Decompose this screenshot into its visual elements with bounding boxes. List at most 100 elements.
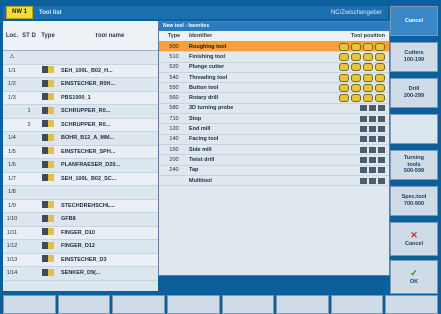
table-row[interactable]: 1/2 EINSTECHER_R0H... — [3, 78, 158, 92]
table-row[interactable]: 1/5 EINSTECHER_SPH... — [3, 145, 158, 159]
table-row[interactable]: 1/10 GFB8 — [3, 213, 158, 227]
hsoftkey-8[interactable] — [385, 295, 438, 314]
table-row[interactable]: 1/4 BOHR_B12_A_MM... — [3, 132, 158, 146]
tool-position-icons — [279, 83, 389, 92]
tool-glyph-icon — [378, 146, 385, 153]
dialog-title: New tool - favorites — [159, 22, 389, 31]
drill-softkey[interactable]: Drill 200-299 — [390, 78, 438, 108]
tool-type-icon — [37, 214, 59, 224]
tool-glyph-icon — [360, 167, 367, 174]
table-row[interactable]: 1/1 SEH_100L_B02_H... — [3, 64, 158, 78]
tool-type-row[interactable]: 520 Plunge cutter — [159, 63, 389, 73]
hsoftkey-3[interactable] — [112, 295, 165, 314]
row-loc: 1/5 — [8, 148, 16, 155]
table-row[interactable]: 1/12 FINGER_D12 — [3, 240, 158, 254]
tool-identifier: Stop — [189, 115, 202, 122]
tool-glyph-icon — [369, 115, 376, 122]
insert-icon — [363, 42, 373, 51]
row-loc: 1/2 — [8, 81, 16, 88]
tool-type-row[interactable]: Multitool — [159, 176, 389, 187]
drill-icon — [42, 147, 54, 155]
table-row[interactable]: 1/7 SEH_100L_B02_SC... — [3, 172, 158, 186]
table-row[interactable]: 1/14 SENKER_D9(... — [3, 267, 158, 281]
insert-icon — [375, 83, 385, 92]
insert-icon — [375, 42, 385, 51]
tool-position-icons — [279, 52, 389, 61]
insert-icon — [363, 94, 373, 103]
tool-type-row[interactable]: 710 Stop — [159, 114, 389, 125]
row-loc: 1/8 — [8, 189, 16, 196]
table-row[interactable]: 1/13 EINSTECHER_D3 — [3, 253, 158, 267]
tool-position-icons — [279, 94, 389, 103]
tool-type-row[interactable]: 580 3D turning probe — [159, 104, 389, 115]
insert-icon — [363, 73, 373, 82]
tool-glyph-icon — [369, 136, 376, 143]
tool-type-row[interactable]: 240 Tap — [159, 166, 389, 176]
tool-type-row[interactable]: 200 Twist drill — [159, 155, 389, 166]
row-loc: 1/4 — [8, 135, 16, 142]
table-row[interactable]: 1/3 PBS1000_1 — [3, 91, 158, 105]
special-tools-softkey[interactable]: Spec.tool 700-900 — [390, 186, 438, 216]
tool-identifier: Button tool — [189, 84, 219, 91]
tool-type-code: 550 — [169, 84, 179, 91]
turning-tools-softkey[interactable]: Turning tools 500-599 — [390, 150, 438, 180]
tool-type-code: 140 — [169, 136, 179, 143]
tool-glyph-icon — [360, 146, 367, 153]
table-row[interactable]: 1/9 STECHDREHSCHL... — [3, 199, 158, 213]
empty-softkey-1[interactable] — [390, 114, 438, 144]
table-row[interactable]: 1 SCHRUPPER_R0... — [3, 105, 158, 119]
insert-icon — [339, 42, 349, 51]
tool-type-row[interactable]: 540 Threading tool — [159, 73, 389, 84]
tool-type-icon — [37, 120, 59, 129]
tool-glyph-icon — [360, 105, 367, 112]
tool-position-icons — [279, 63, 389, 72]
tool-type-row[interactable]: 500 Roughing tool — [159, 42, 389, 53]
table-row[interactable]: 1/11 FINGER_D10 — [3, 226, 158, 240]
tool-identifier: Multitool — [189, 177, 212, 184]
table-row[interactable]: 1/6 PLANFRAESER_D20... — [3, 159, 158, 173]
tool-type-row[interactable]: 510 Finishing tool — [159, 52, 389, 63]
hsoftkey-6[interactable] — [276, 295, 329, 314]
insert-icon — [351, 73, 361, 82]
tool-type-icon — [37, 174, 59, 183]
sinumerik-screen: NW 1 Tool list NC/Zwischengeber Loc. ST … — [0, 0, 441, 314]
hsoftkey-5[interactable] — [221, 295, 275, 314]
hsoftkey-4[interactable] — [166, 295, 220, 314]
tool-type-row[interactable]: 560 Rotary drill — [159, 93, 389, 104]
insert-icon — [363, 83, 373, 92]
tool-type-row[interactable]: 550 Button tool — [159, 83, 389, 94]
tool-identifier: Threading tool — [189, 74, 228, 81]
tool-glyph-icon — [360, 136, 367, 143]
row-loc: ⚠ — [9, 54, 15, 61]
abort-softkey[interactable]: ✕ Cancel — [390, 222, 438, 256]
drill-icon — [42, 133, 54, 141]
tool-type-code: 710 — [169, 115, 179, 122]
insert-icon — [375, 52, 385, 61]
tool-type-row[interactable]: 150 Side mill — [159, 145, 389, 156]
hsoftkey-1[interactable] — [3, 295, 56, 314]
table-row[interactable]: 2 SCHRUPPER_R0... — [3, 118, 158, 132]
tool-position-icons — [279, 115, 389, 122]
drill-icon — [42, 201, 54, 209]
cutters-softkey[interactable]: Cutters 100-199 — [390, 42, 438, 72]
insert-icon — [363, 52, 373, 61]
hsoftkey-7[interactable] — [330, 295, 384, 314]
tool-glyph-icon — [369, 156, 376, 163]
hsoftkey-2[interactable] — [57, 295, 111, 314]
row-loc: 1/12 — [6, 243, 18, 250]
row-tool-name: SEH_100L_B02_H... — [61, 67, 113, 74]
tool-identifier: Twist drill — [189, 156, 215, 163]
ok-softkey[interactable]: ✓ OK — [390, 260, 438, 294]
row-st: 2 — [27, 121, 31, 128]
tool-type-row[interactable]: 120 End mill — [159, 124, 389, 135]
table-row[interactable]: 1/8 — [3, 186, 158, 200]
table-row[interactable]: ⚠ — [3, 51, 158, 65]
insert-icon — [363, 63, 373, 72]
cancel-softkey[interactable]: Cancel — [390, 6, 438, 36]
tool-glyph-icon — [369, 167, 376, 174]
tool-type-row[interactable]: 140 Facing tool — [159, 135, 389, 145]
drill-icon — [42, 228, 54, 236]
insert-icon — [351, 63, 361, 72]
tool-position-icons — [279, 156, 389, 163]
tool-list-table: Loc. ST D Type Tool name ⚠ 1/1 SEH_100L_B0… — [3, 21, 158, 291]
